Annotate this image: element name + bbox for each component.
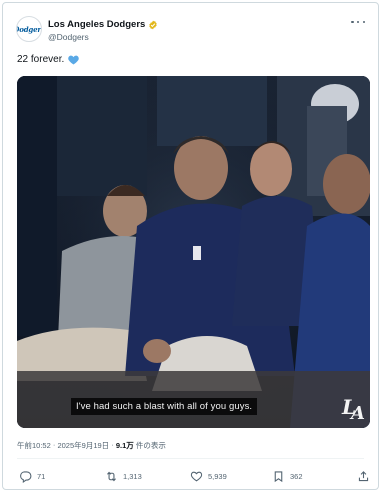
bookmark-button[interactable]: 362 bbox=[272, 470, 303, 483]
like-button[interactable]: 5,939 bbox=[190, 470, 227, 483]
video-frame bbox=[17, 76, 370, 428]
video-player[interactable]: I've had such a blast with all of you gu… bbox=[17, 76, 370, 428]
post-text-body: 22 forever. bbox=[17, 54, 65, 65]
post-text: 22 forever. bbox=[17, 54, 80, 65]
avatar-logo: Dodgers bbox=[17, 24, 41, 34]
views-label: 件の表示 bbox=[135, 441, 166, 450]
more-icon[interactable] bbox=[351, 16, 365, 28]
repost-icon bbox=[107, 471, 116, 482]
author-handle[interactable]: @Dodgers bbox=[48, 32, 89, 42]
bookmark-icon bbox=[274, 471, 283, 483]
post-time[interactable]: 午前10:52 bbox=[17, 440, 51, 451]
action-bar: 71 1,313 5,939 362 bbox=[19, 470, 371, 484]
bookmark-count: 362 bbox=[290, 472, 303, 481]
like-icon bbox=[190, 471, 203, 482]
like-count: 5,939 bbox=[208, 472, 227, 481]
view-count: 9.1万 bbox=[115, 441, 134, 450]
reply-count: 71 bbox=[37, 472, 46, 481]
blue-heart-icon bbox=[68, 55, 80, 65]
author-name-text: Los Angeles Dodgers bbox=[48, 19, 146, 30]
repost-count: 1,313 bbox=[123, 472, 142, 481]
share-button[interactable] bbox=[357, 470, 370, 483]
la-logo-icon: L A bbox=[341, 395, 365, 422]
verified-badge-icon bbox=[149, 20, 157, 29]
avatar[interactable]: Dodgers bbox=[16, 16, 42, 42]
post-card: Dodgers Los Angeles Dodgers @Dodgers 22 … bbox=[2, 2, 379, 490]
share-icon bbox=[358, 471, 369, 482]
author-name[interactable]: Los Angeles Dodgers bbox=[48, 19, 158, 30]
svg-text:A: A bbox=[349, 403, 365, 422]
video-caption: I've had such a blast with all of you gu… bbox=[71, 398, 258, 415]
post-meta: 午前10:52 · 2025年9月19日 · 9.1万 件の表示 bbox=[17, 440, 166, 451]
reply-button[interactable]: 71 bbox=[19, 470, 45, 483]
divider bbox=[17, 458, 364, 459]
reply-icon bbox=[20, 471, 32, 483]
post-date[interactable]: 2025年9月19日 bbox=[57, 440, 109, 451]
repost-button[interactable]: 1,313 bbox=[105, 470, 142, 483]
